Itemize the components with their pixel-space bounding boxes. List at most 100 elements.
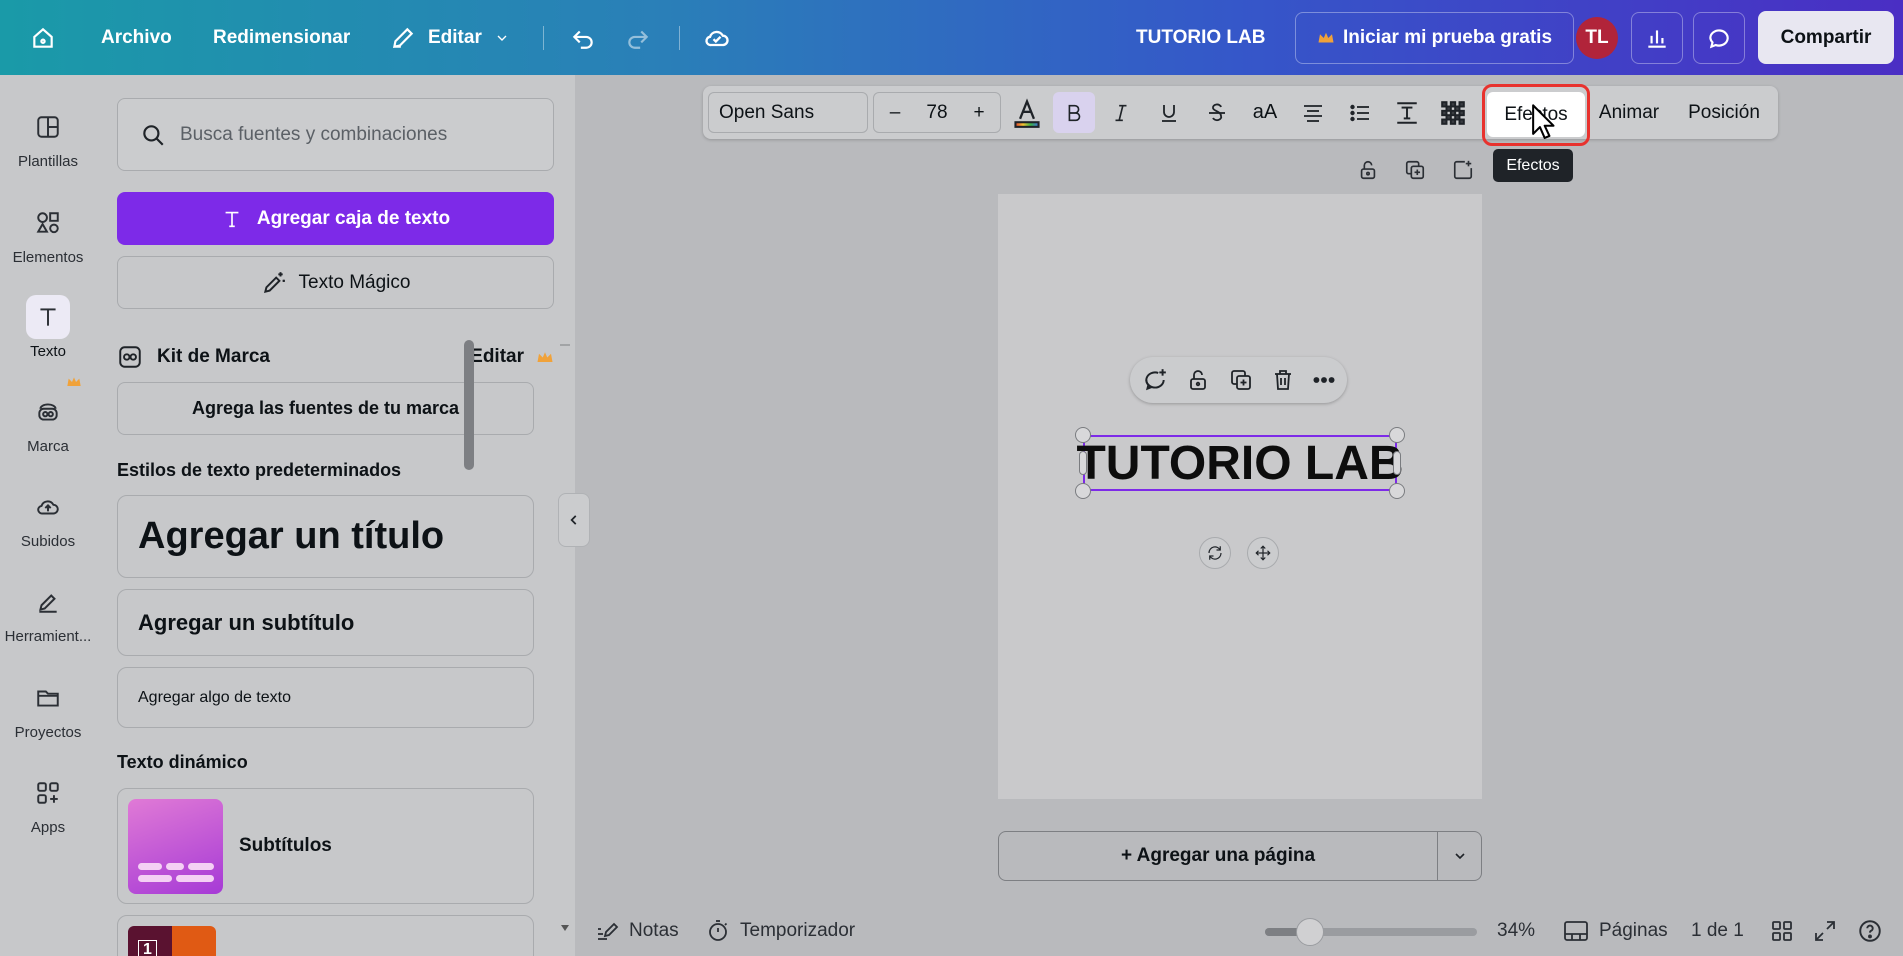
undo-button[interactable] [570,0,596,75]
add-page-dropdown[interactable] [1438,831,1482,881]
redo-button[interactable] [625,0,651,75]
duplicate-element-button[interactable] [1226,365,1256,395]
design-page[interactable] [998,194,1482,799]
text-color-button[interactable] [1008,92,1046,133]
chevron-down-icon [1454,853,1465,860]
delete-element-button[interactable] [1268,365,1298,395]
page-counter: 1 de 1 [1691,920,1744,941]
resize-handle-bottom-left[interactable] [1075,483,1091,499]
cloud-check-icon [705,30,729,46]
page-number-badge: 1 [138,940,157,956]
rail-item-proyectos[interactable]: Proyectos [0,674,96,764]
duplicate-icon [1405,160,1425,180]
draw-tool-icon [39,594,57,613]
font-size-decrease[interactable]: – [874,102,916,124]
resize-handle-bottom-right[interactable] [1389,483,1405,499]
help-button[interactable] [1857,911,1883,951]
timer-button[interactable]: Temporizador [706,911,855,951]
redimensionar-button[interactable]: Redimensionar [213,0,350,75]
underline-button[interactable] [1149,92,1189,133]
rail-item-marca[interactable]: Marca [0,388,96,478]
text-icon [40,308,56,326]
panel-scrollbar[interactable] [559,343,571,933]
text-case-button[interactable]: aA [1243,92,1287,133]
italic-button[interactable] [1101,92,1141,133]
share-button[interactable]: Compartir [1758,11,1894,64]
notes-button[interactable]: Notas [595,911,679,951]
resize-handle-left[interactable] [1079,451,1087,475]
dynamic-text-heading: Texto dinámico [117,752,248,772]
duplicate-page-button[interactable] [1400,155,1430,185]
bold-button[interactable] [1053,92,1095,133]
editar-menu[interactable]: Editar [390,0,510,75]
animate-button[interactable]: Animar [1588,92,1670,133]
header-divider [543,26,544,50]
panel-scroll-thumb[interactable] [464,340,474,470]
font-size-increase[interactable]: + [958,102,1000,124]
document-title[interactable]: TUTORIO LAB [1136,0,1265,75]
lock-element-button[interactable] [1183,365,1213,395]
magic-text-button[interactable]: Texto Mágico [117,256,554,309]
folder-icon [37,690,59,707]
text-color-icon [1014,97,1040,128]
fullscreen-button[interactable] [1813,911,1837,951]
zoom-level[interactable]: 34% [1497,911,1535,951]
brand-kit-edit-link[interactable]: Editar [470,346,524,368]
rail-item-apps[interactable]: Apps [0,769,96,859]
dynamic-text-card-2[interactable]: 1 [117,915,534,956]
cloud-upload-icon [37,500,59,515]
rail-label: Herramient... [4,628,92,645]
elements-icon [36,212,59,234]
font-family-select[interactable]: Open Sans [708,92,868,133]
rail-item-herramientas[interactable]: Herramient... [0,578,96,668]
search-input[interactable] [180,123,540,146]
add-page-button-top[interactable] [1448,155,1478,185]
add-body-text-card[interactable]: Agregar algo de texto [117,667,534,728]
rail-label: Elementos [12,249,84,266]
brand-kit-icon [119,346,141,368]
align-center-button[interactable] [1293,92,1333,133]
canvas-text-element[interactable]: TUTORIO LAB [1076,434,1403,492]
magic-text-label: Texto Mágico [298,271,411,293]
position-button[interactable]: Posición [1679,92,1769,133]
list-button[interactable] [1340,92,1380,133]
cloud-save-status[interactable] [703,0,731,75]
resize-handle-top-left[interactable] [1075,427,1091,443]
more-options-button[interactable] [1309,365,1339,395]
subtitles-card[interactable]: Subtítulos [117,788,534,904]
home-button[interactable] [30,0,56,75]
bar-chart-icon [1648,30,1666,48]
add-subtitle-card[interactable]: Agregar un subtítulo [117,589,534,656]
rail-item-elementos[interactable]: Elementos [0,199,96,289]
add-textbox-button[interactable]: Agregar caja de texto [117,192,554,245]
collapse-panel-button[interactable] [558,493,590,547]
rotate-handle[interactable] [1199,537,1231,569]
rail-item-subidos[interactable]: Subidos [0,483,96,573]
archivo-menu[interactable]: Archivo [101,0,172,75]
mouse-cursor-icon [1532,104,1555,139]
comments-button[interactable] [1693,12,1745,64]
lock-page-button[interactable] [1353,155,1383,185]
resize-handle-right[interactable] [1393,451,1401,475]
avatar[interactable]: TL [1576,17,1618,59]
grid-view-button[interactable] [1770,911,1794,951]
magic-pen-icon [263,271,285,293]
comment-add-icon [1145,369,1166,391]
transparency-button[interactable] [1433,92,1473,133]
rail-item-texto[interactable]: Texto [0,293,96,383]
insights-button[interactable] [1631,12,1683,64]
font-size-value[interactable]: 78 [916,102,958,124]
font-search[interactable] [117,98,554,171]
add-page-button[interactable]: + Agregar una página [998,831,1438,881]
move-handle[interactable] [1247,537,1279,569]
strikethrough-button[interactable] [1197,92,1237,133]
comment-add-button[interactable] [1140,365,1170,395]
free-trial-button[interactable]: Iniciar mi prueba gratis [1295,12,1574,64]
rail-label: Plantillas [17,153,79,170]
resize-handle-top-right[interactable] [1389,427,1405,443]
search-icon [143,124,164,146]
add-title-card[interactable]: Agregar un título [117,495,534,578]
pages-button[interactable]: Páginas [1563,911,1668,951]
rail-item-plantillas[interactable]: Plantillas [0,103,96,193]
spacing-button[interactable] [1387,92,1427,133]
